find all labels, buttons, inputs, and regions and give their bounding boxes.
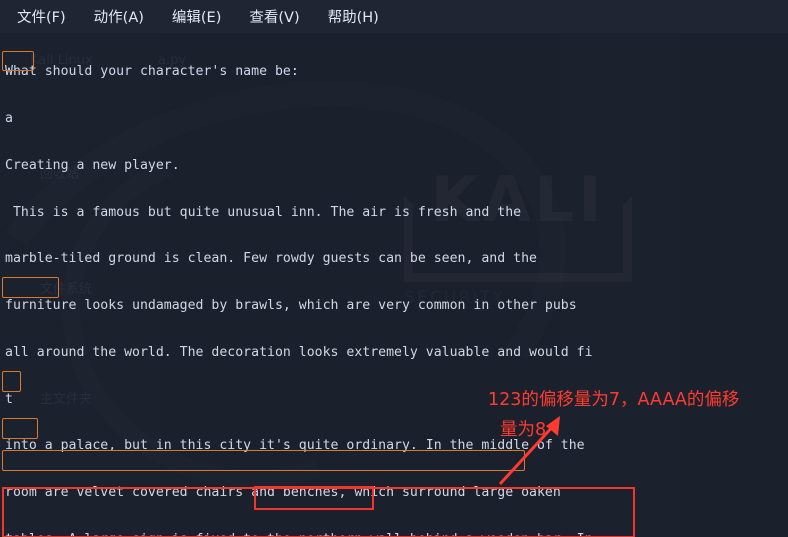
terminal-window: KALI SECURITY Kali Linux a.py 回收站 文件系统 主… — [0, 0, 788, 537]
menu-file[interactable]: 文件(F) — [14, 4, 69, 29]
menu-bar: 文件(F) 动作(A) 编辑(E) 查看(V) 帮助(H) — [0, 0, 788, 33]
terminal-line: all around the world. The decoration loo… — [5, 344, 593, 360]
terminal-line: tables. A large sign is fixed to the nor… — [5, 532, 788, 537]
terminal-line: This is a famous but quite unusual inn. … — [5, 204, 522, 220]
terminal-line: marble-tiled ground is clean. Few rowdy … — [5, 251, 537, 267]
menu-help[interactable]: 帮助(H) — [325, 4, 382, 29]
terminal-line: into a palace, but in this city it's qui… — [5, 438, 585, 454]
terminal-line: What should your character's name be: — [5, 64, 299, 80]
terminal-line: furniture looks undamaged by brawls, whi… — [5, 298, 577, 314]
terminal-line-input-name: a — [5, 110, 13, 126]
terminal-line: Creating a new player. — [5, 157, 180, 173]
menu-actions[interactable]: 动作(A) — [91, 4, 147, 29]
annotation-text-line2: 量为8 — [500, 420, 547, 440]
annotation-text-line1: 123的偏移量为7，AAAA的偏移 — [488, 390, 740, 410]
menu-view[interactable]: 查看(V) — [246, 4, 302, 29]
menu-edit[interactable]: 编辑(E) — [169, 4, 224, 29]
terminal-output[interactable]: What should your character's name be: a … — [0, 33, 788, 537]
terminal-line: room are velvet covered chairs and bench… — [5, 485, 561, 501]
